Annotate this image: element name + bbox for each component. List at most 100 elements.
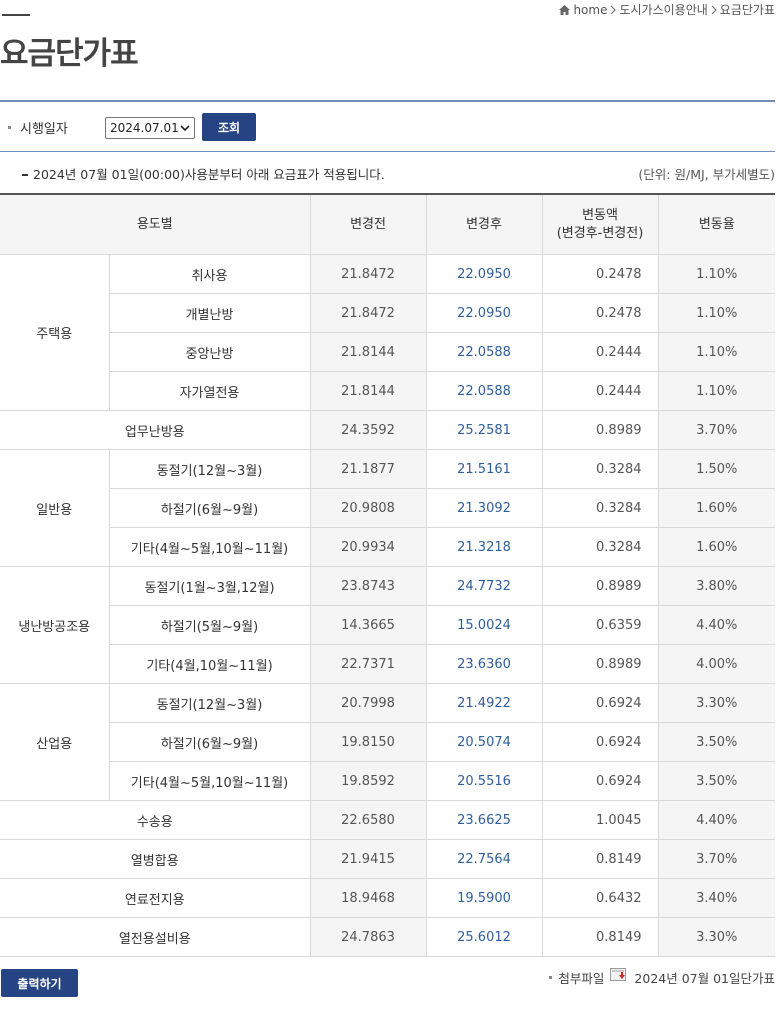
table-row: 주택용 취사용 21.8472 22.0950 0.2478 1.10%: [0, 254, 776, 411]
diff-cell: 0.6924: [541, 761, 659, 801]
after-cell: 22.0950: [425, 293, 543, 333]
table-row: 개별난방 21.8472 22.0950 0.2478 1.10%: [0, 293, 776, 333]
after-cell: 25.2581: [425, 410, 543, 450]
header-after: 변경후: [425, 193, 543, 255]
date-label-text: 시행일자: [20, 122, 68, 137]
before-cell: 20.9934: [309, 527, 427, 567]
sub-cell: 업무난방용: [0, 410, 311, 450]
before-cell: 20.9808: [309, 488, 427, 528]
search-button[interactable]: 조회: [202, 113, 256, 141]
diff-cell: 0.6924: [541, 722, 659, 762]
sub-cell: 중앙난방: [108, 332, 311, 372]
print-button[interactable]: 출력하기: [1, 969, 78, 997]
title-accent-rule: [2, 14, 30, 16]
diff-cell: 0.3284: [541, 527, 659, 567]
bullet-icon: [8, 126, 11, 129]
diff-cell: 0.8149: [541, 917, 659, 957]
sub-cell: 연료전지용: [0, 878, 311, 918]
sub-cell: 동절기(12월~3월): [108, 683, 311, 723]
sub-cell: 개별난방: [108, 293, 311, 333]
rate-cell: 3.80%: [657, 566, 776, 606]
table-row: 열전용설비용 24.7863 25.6012 0.8149 3.30%: [0, 917, 776, 957]
date-select-value: 2024.07.01: [110, 121, 179, 135]
after-cell: 21.4922: [425, 683, 543, 723]
before-cell: 21.1877: [309, 449, 427, 489]
sub-cell: 기타(4월~5월,10월~11월): [108, 527, 311, 567]
rate-cell: 3.50%: [657, 722, 776, 762]
table-row: 중앙난방 21.8144 22.0588 0.2444 1.10%: [0, 332, 776, 372]
before-cell: 19.8150: [309, 722, 427, 762]
sub-cell: 수송용: [0, 800, 311, 840]
header-usage: 용도별: [0, 193, 311, 255]
diff-cell: 0.3284: [541, 488, 659, 528]
before-cell: 22.7371: [309, 644, 427, 684]
diff-cell: 0.2444: [541, 332, 659, 372]
chevron-down-icon: [180, 121, 190, 135]
sub-cell: 자가열전용: [108, 371, 311, 411]
notice-text: 2024년 07월 01일(00:00)사용분부터 아래 요금표가 적용됩니다.: [22, 164, 385, 183]
table-row: 업무난방용 24.3592 25.2581 0.8989 3.70%: [0, 410, 776, 450]
breadcrumb-home[interactable]: home: [573, 3, 607, 17]
before-cell: 21.8472: [309, 293, 427, 333]
unit-text: (단위: 원/MJ, 부가세별도): [638, 167, 775, 182]
sub-cell: 취사용: [108, 254, 311, 294]
table-row: 기타(4월~5월,10월~11월) 20.9934 21.3218 0.3284…: [0, 527, 776, 567]
after-cell: 25.6012: [425, 917, 543, 957]
dash-icon: [22, 173, 28, 176]
home-icon[interactable]: [559, 4, 571, 15]
before-cell: 24.3592: [309, 410, 427, 450]
table-row: 하절기(6월~9월) 20.9808 21.3092 0.3284 1.60%: [0, 488, 776, 528]
sub-cell: 동절기(12월~3월): [108, 449, 311, 489]
after-cell: 22.0588: [425, 332, 543, 372]
breadcrumb-level1[interactable]: 도시가스이용안내: [619, 1, 707, 18]
group-cell: 산업용: [0, 683, 109, 801]
rate-cell: 1.60%: [657, 527, 776, 567]
table-row: 기타(4월,10월~11월) 22.7371 23.6360 0.8989 4.…: [0, 644, 776, 684]
date-select[interactable]: 2024.07.01: [105, 117, 195, 139]
rate-cell: 1.50%: [657, 449, 776, 489]
sub-cell: 기타(4월,10월~11월): [108, 644, 311, 684]
file-download-icon[interactable]: [610, 968, 628, 987]
rate-cell: 4.40%: [657, 605, 776, 645]
group-cell: 냉난방공조용: [0, 566, 109, 684]
after-cell: 22.0950: [425, 254, 543, 294]
before-cell: 19.8592: [309, 761, 427, 801]
table-row: 산업용 동절기(12월~3월) 20.7998 21.4922 0.6924 3…: [0, 683, 776, 801]
before-cell: 24.7863: [309, 917, 427, 957]
diff-cell: 0.8149: [541, 839, 659, 879]
diff-cell: 1.0045: [541, 800, 659, 840]
table-row: 냉난방공조용 동절기(1월~3월,12월) 23.8743 24.7732 0.…: [0, 566, 776, 684]
header-divider: [0, 100, 775, 102]
rate-cell: 3.40%: [657, 878, 776, 918]
table-row: 열병합용 21.9415 22.7564 0.8149 3.70%: [0, 839, 776, 879]
breadcrumb: home 도시가스이용안내 요금단가표: [559, 1, 775, 18]
before-cell: 21.8472: [309, 254, 427, 294]
table-row: 기타(4월~5월,10월~11월) 19.8592 20.5516 0.6924…: [0, 761, 776, 801]
rate-cell: 3.30%: [657, 917, 776, 957]
breadcrumb-current: 요금단가표: [719, 3, 775, 17]
date-filter-row: 시행일자 2024.07.01 조회: [0, 112, 775, 144]
diff-cell: 0.2478: [541, 293, 659, 333]
sub-cell: 하절기(6월~9월): [108, 488, 311, 528]
rate-cell: 1.10%: [657, 371, 776, 411]
rate-cell: 1.10%: [657, 332, 776, 372]
rate-cell: 1.10%: [657, 254, 776, 294]
attachment-file-link[interactable]: 2024년 07월 01일단가표: [634, 968, 775, 987]
before-cell: 22.6580: [309, 800, 427, 840]
header-diff: 변동액 (변경후-변경전): [541, 193, 659, 255]
diff-cell: 0.6359: [541, 605, 659, 645]
header-before: 변경전: [309, 193, 427, 255]
diff-cell: 0.6924: [541, 683, 659, 723]
rate-cell: 1.10%: [657, 293, 776, 333]
after-cell: 21.3092: [425, 488, 543, 528]
rate-cell: 3.70%: [657, 410, 776, 450]
table-row: 연료전지용 18.9468 19.5900 0.6432 3.40%: [0, 878, 776, 918]
before-cell: 18.9468: [309, 878, 427, 918]
sub-cell: 기타(4월~5월,10월~11월): [108, 761, 311, 801]
group-cell: 주택용: [0, 254, 109, 411]
group-cell: 일반용: [0, 449, 109, 567]
attachment-label: 첨부파일: [558, 971, 605, 986]
notice-message: 2024년 07월 01일(00:00)사용분부터 아래 요금표가 적용됩니다.: [33, 167, 385, 182]
after-cell: 20.5074: [425, 722, 543, 762]
before-cell: 21.8144: [309, 332, 427, 372]
